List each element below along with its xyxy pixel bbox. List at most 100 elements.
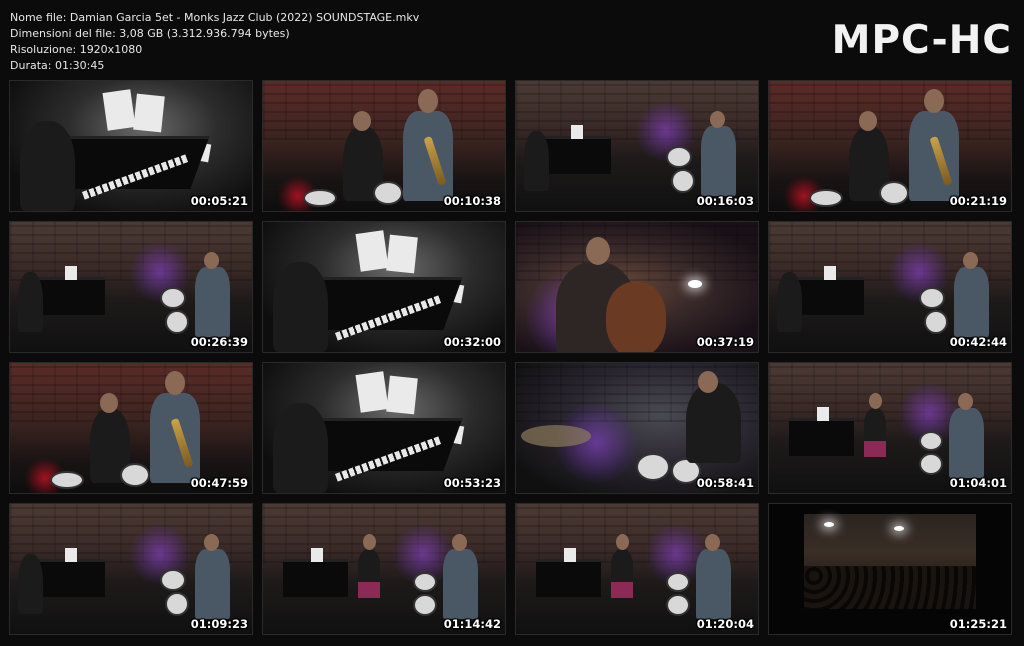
saxophonist-head — [924, 89, 944, 113]
sheet-music — [65, 266, 77, 280]
bass-drum — [671, 169, 695, 193]
drum — [666, 146, 692, 168]
drum — [160, 287, 186, 309]
drummer-head — [698, 371, 718, 393]
drummer-head — [859, 111, 877, 131]
singer-skirt — [358, 582, 380, 598]
thumbnail: 00:53:23 — [262, 362, 506, 494]
singer — [864, 408, 886, 443]
saxophonist — [949, 408, 984, 478]
audience — [804, 566, 976, 609]
sheet-music — [571, 125, 583, 139]
timestamp: 01:14:42 — [443, 617, 501, 631]
saxophonist-head — [165, 371, 185, 395]
bass-drum — [165, 310, 189, 334]
file-resolution: Risoluzione: 1920x1080 — [10, 43, 143, 56]
timestamp: 00:10:38 — [443, 194, 501, 208]
sheet-music — [355, 371, 389, 413]
drum — [413, 572, 437, 592]
sheet-music — [564, 548, 576, 562]
saxophonist — [701, 126, 736, 196]
thumbnail: 00:16:03 — [515, 80, 759, 212]
saxophonist — [150, 393, 200, 483]
piano — [794, 277, 864, 315]
brick-wall — [10, 363, 252, 422]
singer-head — [869, 393, 882, 409]
saxophonist — [403, 111, 453, 201]
bass-drum — [666, 594, 690, 616]
brick-wall — [516, 222, 758, 281]
saxophonist-head — [958, 393, 973, 410]
timestamp: 00:42:44 — [949, 335, 1007, 349]
file-duration: Durata: 01:30:45 — [10, 59, 105, 72]
saxophonist — [696, 549, 731, 619]
timestamp: 00:32:00 — [443, 335, 501, 349]
saxophonist — [195, 267, 230, 337]
bass-drum — [413, 594, 437, 616]
timestamp: 00:53:23 — [443, 476, 501, 490]
thumbnail: 01:25:21 — [768, 503, 1012, 635]
saxophonist — [443, 549, 478, 619]
sheet-music — [824, 266, 836, 280]
timestamp: 01:20:04 — [696, 617, 754, 631]
thumbnail: 01:09:23 — [9, 503, 253, 635]
pianist — [273, 262, 328, 352]
thumbnail-grid: 00:05:21 00:10:38 00:16:03 00:21:19 00:2… — [9, 80, 1012, 635]
thumbnail: 00:37:19 — [515, 221, 759, 353]
cymbal — [521, 425, 591, 447]
pianist — [18, 554, 43, 614]
stage-lamp — [824, 522, 834, 527]
sheet-music — [355, 230, 389, 272]
drum — [120, 463, 150, 487]
timestamp: 00:58:41 — [696, 476, 754, 490]
stage-lamp — [894, 526, 904, 531]
bass-drum — [165, 592, 189, 616]
drum — [50, 471, 84, 489]
timestamp: 00:47:59 — [190, 476, 248, 490]
double-bass — [606, 282, 666, 352]
mpc-hc-logo: MPC-HC — [831, 18, 1012, 63]
piano — [283, 559, 348, 597]
thumbnail: 00:26:39 — [9, 221, 253, 353]
bassist-head — [586, 237, 610, 265]
pianist — [18, 272, 43, 332]
drum — [919, 431, 943, 451]
sheet-music — [386, 234, 418, 274]
saxophonist-head — [963, 252, 978, 269]
saxophonist-head — [705, 534, 720, 551]
timestamp: 00:21:19 — [949, 194, 1007, 208]
sheet-music — [102, 89, 136, 131]
singer-head — [616, 534, 629, 550]
saxophonist — [909, 111, 959, 201]
file-info: Nome file: Damian Garcia 5et - Monks Jaz… — [10, 10, 419, 74]
drum — [373, 181, 403, 205]
thumbnail: 01:04:01 — [768, 362, 1012, 494]
pianist — [777, 272, 802, 332]
pianist — [524, 131, 549, 191]
file-size: Dimensioni del file: 3,08 GB (3.312.936.… — [10, 27, 290, 40]
timestamp: 00:26:39 — [190, 335, 248, 349]
brick-wall — [263, 81, 505, 140]
bass-drum — [919, 453, 943, 475]
singer-skirt — [611, 582, 633, 598]
brick-wall — [769, 81, 1011, 140]
piano — [35, 277, 105, 315]
thumbnail: 01:20:04 — [515, 503, 759, 635]
thumbnail: 00:32:00 — [262, 221, 506, 353]
timestamp: 01:09:23 — [190, 617, 248, 631]
piano — [35, 559, 105, 597]
pianist — [20, 121, 75, 211]
sheet-music — [133, 93, 165, 133]
thumbnail: 00:21:19 — [768, 80, 1012, 212]
saxophonist-head — [418, 89, 438, 113]
pianist — [273, 403, 328, 493]
drummer-head — [353, 111, 371, 131]
saxophonist-head — [204, 252, 219, 269]
timestamp: 01:25:21 — [949, 617, 1007, 631]
piano — [541, 136, 611, 174]
timestamp: 01:04:01 — [949, 476, 1007, 490]
sheet-music — [65, 548, 77, 562]
drum — [919, 287, 945, 309]
thumbnail: 00:47:59 — [9, 362, 253, 494]
stage-lamp — [688, 280, 702, 288]
